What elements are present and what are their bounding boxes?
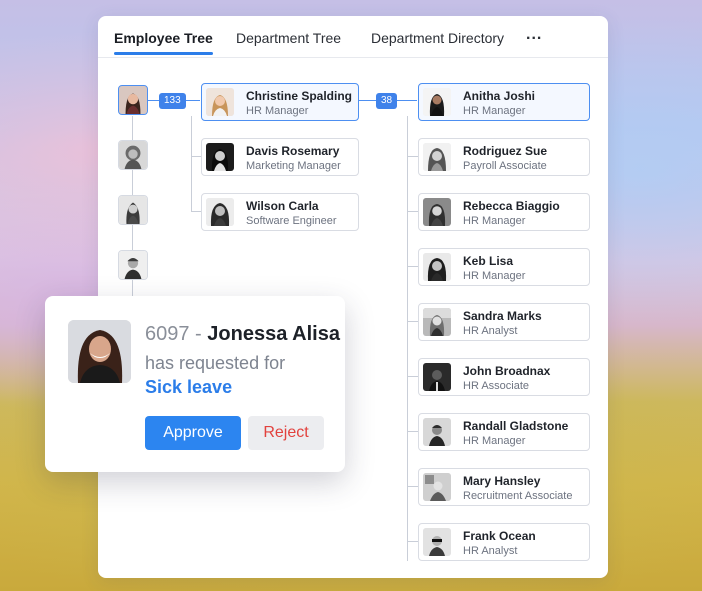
more-tabs-button[interactable]: ... [526, 26, 542, 44]
request-title: 6097 - Jonessa Alisa [145, 323, 340, 346]
employee-name: Mary Hansley [463, 474, 541, 488]
level2-vertical-connector [191, 116, 192, 211]
employee-node-christine-spalding[interactable]: Christine Spalding HR Manager [201, 83, 359, 121]
employee-role: Software Engineer [246, 215, 337, 227]
person-photo-icon [423, 363, 451, 391]
avatar [423, 198, 451, 226]
leave-request-popup: 6097 - Jonessa Alisa has requested for S… [45, 296, 345, 472]
level2-branch [191, 211, 201, 212]
level3-branch [407, 431, 418, 432]
level3-branch [407, 321, 418, 322]
employee-role: HR Analyst [463, 325, 518, 337]
subordinate-count-badge: 133 [159, 93, 186, 109]
person-photo-icon [423, 308, 451, 336]
person-photo-icon [119, 86, 147, 114]
approve-button[interactable]: Approve [145, 416, 241, 450]
employee-name: Rodriguez Sue [463, 144, 548, 158]
employee-name: Wilson Carla [246, 199, 319, 213]
person-photo-icon [423, 528, 451, 556]
tab-bar: Employee Tree Department Tree Department… [98, 16, 608, 58]
avatar [423, 253, 451, 281]
request-message: has requested for [145, 353, 286, 373]
employee-name: Randall Gladstone [463, 419, 569, 433]
tab-department-tree[interactable]: Department Tree [236, 30, 341, 46]
leave-type: Sick leave [145, 377, 233, 397]
employee-node-frank-ocean[interactable]: Frank Ocean HR Analyst [418, 523, 590, 561]
employee-node-randall-gladstone[interactable]: Randall Gladstone HR Manager [418, 413, 590, 451]
separator: - [189, 323, 208, 345]
avatar [423, 363, 451, 391]
level3-branch [407, 266, 418, 267]
tab-department-directory[interactable]: Department Directory [371, 30, 504, 46]
employee-node-sandra-marks[interactable]: Sandra Marks HR Analyst [418, 303, 590, 341]
avatar [206, 198, 234, 226]
person-photo-icon [119, 251, 147, 279]
employee-role: HR Manager [463, 270, 526, 282]
employee-node-keb-lisa[interactable]: Keb Lisa HR Manager [418, 248, 590, 286]
employee-role: HR Manager [463, 435, 526, 447]
employee-node-mary-hansley[interactable]: Mary Hansley Recruitment Associate [418, 468, 590, 506]
employee-name: Davis Rosemary [246, 144, 340, 158]
employee-name: Rebecca Biaggio [463, 199, 560, 213]
person-photo-icon [423, 198, 451, 226]
person-photo-icon [119, 141, 147, 169]
person-photo-icon [423, 88, 451, 116]
employee-role: HR Associate [463, 380, 530, 392]
level3-branch [407, 211, 418, 212]
employee-name: Christine Spalding [246, 89, 353, 103]
employee-name: Frank Ocean [463, 529, 536, 543]
person-photo-icon [119, 196, 147, 224]
employee-avatar[interactable] [118, 195, 148, 225]
employee-node-wilson-carla[interactable]: Wilson Carla Software Engineer [201, 193, 359, 231]
avatar [423, 528, 451, 556]
tab-employee-tree[interactable]: Employee Tree [114, 30, 213, 55]
level3-branch [407, 376, 418, 377]
employee-role: HR Analyst [463, 545, 518, 557]
avatar [423, 88, 451, 116]
employee-name: Keb Lisa [463, 254, 514, 268]
level3-branch [407, 541, 418, 542]
employee-node-anitha-joshi[interactable]: Anitha Joshi HR Manager [418, 83, 590, 121]
employee-role: HR Manager [246, 105, 309, 117]
employee-avatar[interactable] [118, 140, 148, 170]
avatar [206, 88, 234, 116]
person-photo-icon [423, 473, 451, 501]
employee-avatar[interactable] [118, 250, 148, 280]
avatar [423, 473, 451, 501]
employee-name: Sandra Marks [463, 309, 542, 323]
subordinate-count-badge: 38 [376, 93, 398, 109]
avatar [206, 143, 234, 171]
employee-role: Marketing Manager [246, 160, 341, 172]
employee-name: John Broadnax [463, 364, 551, 378]
person-photo-icon [206, 198, 234, 226]
employee-id: 6097 [145, 323, 190, 345]
avatar [423, 308, 451, 336]
employee-node-davis-rosemary[interactable]: Davis Rosemary Marketing Manager [201, 138, 359, 176]
employee-node-john-broadnax[interactable]: John Broadnax HR Associate [418, 358, 590, 396]
person-photo-icon [423, 253, 451, 281]
employee-node-rebecca-biaggio[interactable]: Rebecca Biaggio HR Manager [418, 193, 590, 231]
level3-branch [407, 156, 418, 157]
requester-name: Jonessa Alisa [207, 323, 340, 345]
person-photo-icon [206, 143, 234, 171]
person-photo-icon [68, 320, 131, 383]
level2-branch [191, 156, 201, 157]
person-photo-icon [206, 88, 234, 116]
avatar [423, 418, 451, 446]
level3-vertical-connector [407, 116, 408, 561]
employee-role: HR Manager [463, 215, 526, 227]
person-photo-icon [423, 143, 451, 171]
employee-role: Payroll Associate [463, 160, 547, 172]
level3-branch [407, 486, 418, 487]
employee-name: Anitha Joshi [463, 89, 536, 103]
employee-role: HR Manager [463, 105, 526, 117]
avatar [423, 143, 451, 171]
root-employee-avatar[interactable] [118, 85, 148, 115]
reject-button[interactable]: Reject [248, 416, 324, 450]
employee-node-rodriguez-sue[interactable]: Rodriguez Sue Payroll Associate [418, 138, 590, 176]
employee-role: Recruitment Associate [463, 490, 573, 502]
person-photo-icon [423, 418, 451, 446]
requester-avatar [68, 320, 131, 383]
